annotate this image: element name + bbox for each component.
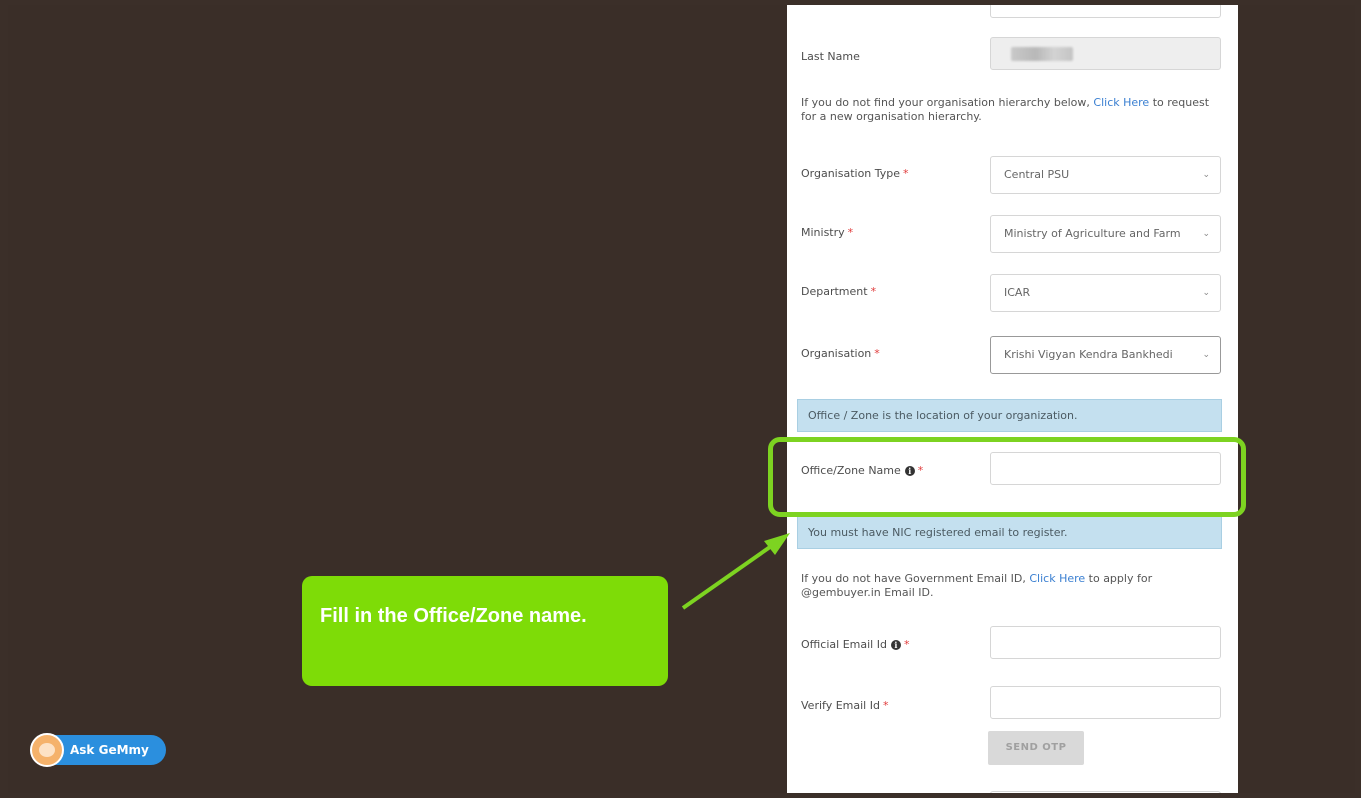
ask-gemmy-button[interactable]: Ask GeMmy (30, 733, 166, 767)
instruction-callout: Fill in the Office/Zone name. (302, 576, 668, 686)
gemmy-avatar-icon (30, 733, 64, 767)
gemmy-face (39, 743, 55, 757)
pointer-arrow (681, 533, 790, 610)
arrow-shaft (681, 545, 772, 610)
ask-gemmy-label: Ask GeMmy (70, 743, 149, 757)
arrow-head (764, 533, 790, 555)
